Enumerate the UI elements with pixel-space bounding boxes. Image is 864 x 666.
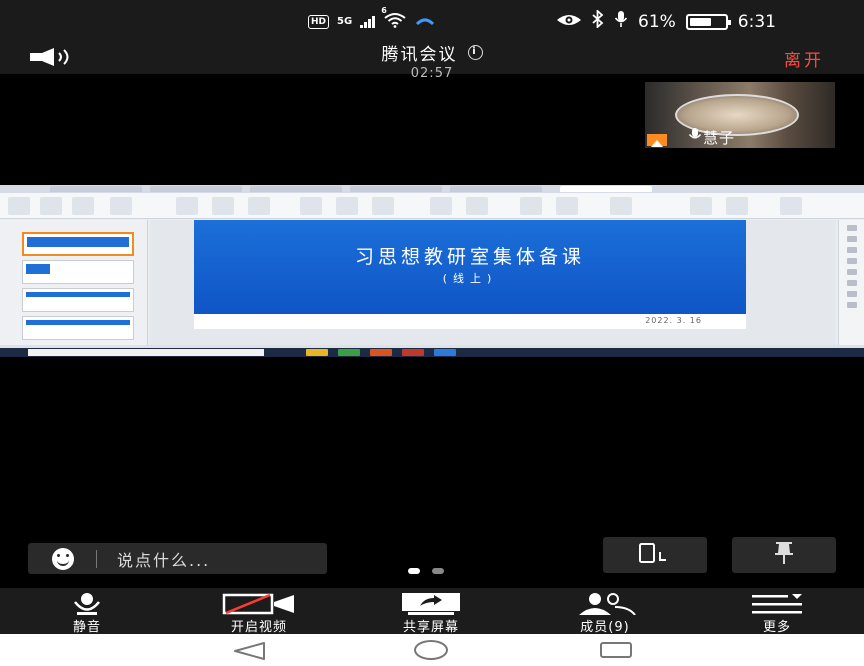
share-screen-label: 共享屏幕 xyxy=(402,620,459,635)
share-screen-button[interactable]: 共享屏幕 xyxy=(366,588,496,635)
mute-button[interactable]: 静音 xyxy=(22,588,152,635)
screen-rotate-button[interactable] xyxy=(603,537,707,573)
more-label: 更多 xyxy=(762,620,791,635)
participant-video[interactable]: 慧子 xyxy=(645,82,835,148)
more-menu-icon xyxy=(752,594,802,614)
chat-placeholder: 说点什么... xyxy=(117,550,211,570)
bluetooth-icon xyxy=(592,8,604,33)
recent-apps-icon[interactable] xyxy=(600,642,632,658)
members-label: 成员(9) xyxy=(580,620,630,635)
status-right: 61% 6:31 xyxy=(556,8,776,33)
current-slide: 习思想教研室集体备课 (线上) 2022. 3. 16 xyxy=(194,220,746,329)
mic-icon xyxy=(614,10,628,33)
slide-thumbnail xyxy=(22,232,134,256)
slide-thumbnails-panel xyxy=(0,220,148,345)
more-button[interactable]: 更多 xyxy=(712,588,842,635)
hd-badge: HD xyxy=(308,14,330,29)
shared-ribbon xyxy=(0,193,864,219)
slide-date: 2022. 3. 16 xyxy=(645,316,702,325)
video-off-icon xyxy=(222,593,294,615)
participant-mic-icon xyxy=(688,128,702,147)
android-nav-bar xyxy=(0,634,864,666)
shared-tabbar xyxy=(0,185,864,193)
meeting-title-row[interactable]: 腾讯会议 i xyxy=(382,40,483,65)
slide-subtitle: (线上) xyxy=(442,272,498,285)
meeting-timer: 02:57 xyxy=(410,66,454,81)
wifi-badge: 6 xyxy=(381,6,387,15)
home-icon[interactable] xyxy=(414,640,448,660)
back-icon[interactable] xyxy=(232,641,266,665)
slide-thumbnail xyxy=(22,260,134,284)
signal-icon xyxy=(360,15,376,28)
slide-thumbnail xyxy=(22,316,134,340)
members-icon xyxy=(579,593,636,615)
battery-percent: 61% xyxy=(638,11,676,32)
participant-name-row: 慧子 xyxy=(688,127,736,148)
pin-icon xyxy=(773,541,795,569)
emoji-icon[interactable] xyxy=(52,547,74,570)
chat-input[interactable]: 说点什么... xyxy=(28,543,327,574)
shared-taskbar xyxy=(0,348,864,357)
slide-title: 习思想教研室集体备课 xyxy=(354,246,585,268)
shared-screen[interactable]: 习思想教研室集体备课 (线上) 2022. 3. 16 xyxy=(0,185,864,357)
start-video-button[interactable]: 开启视频 xyxy=(194,588,324,635)
page-indicator xyxy=(408,568,444,574)
data-transfer-icon xyxy=(415,15,435,29)
members-button[interactable]: 成员(9) xyxy=(540,588,670,635)
microphone-icon xyxy=(74,593,100,615)
participant-name: 慧子 xyxy=(703,129,736,147)
network-label: 5G xyxy=(337,16,353,27)
leave-button[interactable]: 离开 xyxy=(784,46,824,71)
page-dot-active xyxy=(408,568,420,574)
slide-thumbnail xyxy=(22,288,134,312)
meeting-title: 腾讯会议 xyxy=(381,45,458,65)
meeting-toolbar: 静音 开启视频 共享屏幕 成员(9) 更多 xyxy=(0,588,864,635)
slide-editor: 习思想教研室集体备课 (线上) 2022. 3. 16 xyxy=(150,220,836,345)
shared-right-toolbar xyxy=(838,220,864,345)
host-badge-icon xyxy=(647,134,667,147)
title-block: 腾讯会议 i 02:57 xyxy=(0,40,864,81)
eye-icon xyxy=(556,12,582,32)
status-left: HD 5G 6 xyxy=(308,6,435,31)
pin-button[interactable] xyxy=(732,537,836,573)
clock: 6:31 xyxy=(737,11,776,32)
status-bar: HD 5G 6 61% 6:31 xyxy=(0,0,864,40)
start-video-label: 开启视频 xyxy=(230,620,287,635)
meeting-header: 腾讯会议 i 02:57 离开 xyxy=(0,40,864,81)
share-screen-icon xyxy=(402,593,460,615)
chat-divider xyxy=(96,549,97,568)
battery-icon xyxy=(685,13,731,30)
page-dot xyxy=(432,568,444,574)
info-icon[interactable]: i xyxy=(467,45,483,60)
mute-label: 静音 xyxy=(72,620,101,635)
wifi-icon: 6 xyxy=(381,6,407,31)
screen-rotate-icon xyxy=(638,542,672,568)
